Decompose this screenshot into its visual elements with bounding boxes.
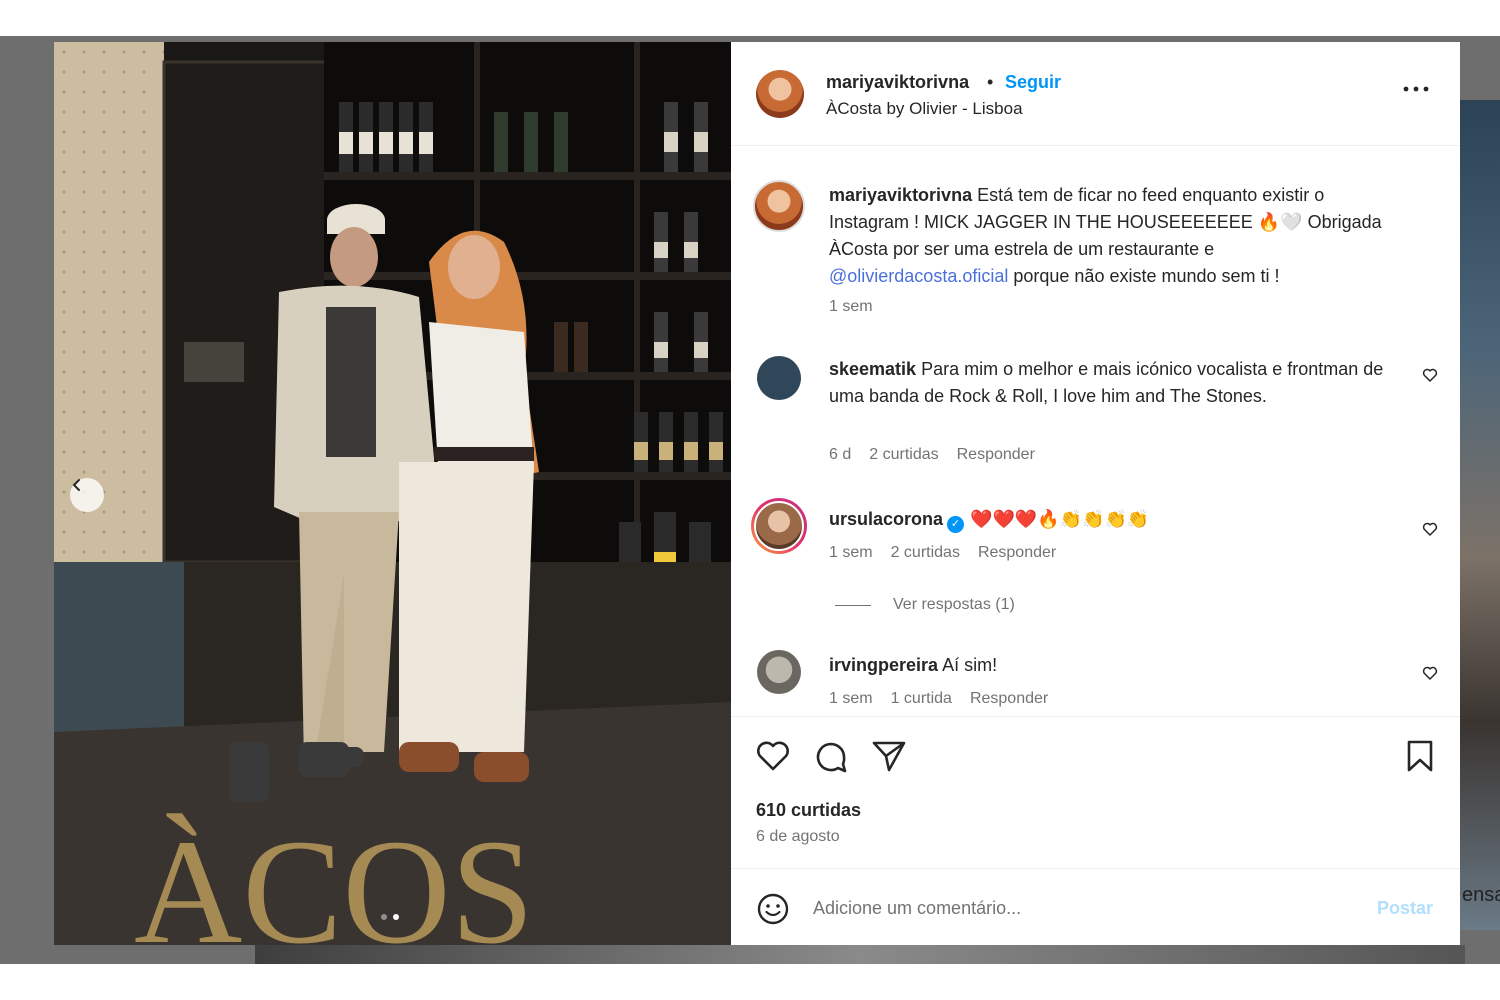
comment-item: skeematik Para mim o melhor e mais icóni… (731, 354, 1460, 474)
comment-like-icon[interactable] (1421, 664, 1439, 682)
browser-bottom-strip (0, 964, 1500, 1000)
post-photo: ÀCOS (54, 42, 731, 945)
caption-avatar[interactable] (753, 180, 805, 232)
carousel-prev-button[interactable] (70, 478, 104, 512)
commenter-username[interactable]: irvingpereira (829, 655, 938, 675)
emoji-icon[interactable] (756, 892, 790, 926)
post-header: mariyaviktorivna • Seguir ÀCosta by Oliv… (731, 42, 1460, 146)
comment-time[interactable]: 6 d (829, 446, 851, 464)
more-horizontal-icon[interactable] (1401, 82, 1431, 96)
verified-badge-icon: ✓ (947, 516, 965, 533)
chevron-left-icon (72, 479, 80, 491)
post-modal: ÀCOS mariyaviktorivna • Seguir ÀCosta by… (54, 42, 1460, 945)
carousel-indicator (381, 914, 399, 920)
comment-meta: 1 sem 2 curtidas Responder (829, 544, 1056, 562)
reply-button[interactable]: Responder (970, 690, 1048, 708)
commenter-avatar[interactable] (757, 356, 801, 400)
comment-time[interactable]: 1 sem (829, 690, 873, 708)
comment-likes[interactable]: 1 curtida (891, 690, 952, 708)
comment-body: ❤️❤️❤️🔥👏👏👏👏 (970, 509, 1150, 529)
view-replies-label: Ver respostas (1) (893, 596, 1015, 613)
view-replies-button[interactable]: Ver respostas (1) (835, 596, 1015, 614)
post-actions: 610 curtidas 6 de agosto (731, 716, 1460, 868)
bookmark-icon[interactable] (1405, 739, 1435, 773)
background-strip (255, 945, 1465, 964)
caption-meta: 1 sem (829, 298, 873, 316)
reply-button[interactable]: Responder (978, 544, 1056, 562)
comment-likes[interactable]: 2 curtidas (891, 544, 960, 562)
comment-likes[interactable]: 2 curtidas (869, 446, 938, 464)
comment-meta: 1 sem 1 curtida Responder (829, 690, 1048, 708)
likes-count[interactable]: 610 curtidas (756, 800, 861, 821)
caption-body-end: porque não existe mundo sem ti ! (1013, 266, 1280, 286)
comments-list[interactable]: mariyaviktorivna Está tem de ficar no fe… (731, 146, 1460, 716)
commenter-username[interactable]: ursulacorona (829, 509, 943, 529)
caption-time[interactable]: 1 sem (829, 298, 873, 316)
author-username[interactable]: mariyaviktorivna (826, 72, 969, 93)
browser-top-strip (0, 0, 1500, 36)
comment-like-icon[interactable] (1421, 366, 1439, 384)
caption-mention-link[interactable]: @olivierdacosta.oficial (829, 266, 1008, 286)
carousel-dot (381, 914, 387, 920)
replies-line (835, 604, 871, 606)
separator-dot: • (987, 72, 994, 92)
background-post-thumbnail (1460, 100, 1500, 930)
commenter-username[interactable]: skeematik (829, 359, 916, 379)
photo-illustration: ÀCOS (54, 42, 731, 945)
caption: mariyaviktorivna Está tem de ficar no fe… (731, 180, 1460, 330)
post-location[interactable]: ÀCosta by Olivier - Lisboa (826, 99, 1023, 119)
commenter-avatar-story[interactable] (751, 498, 807, 554)
post-comment-button[interactable]: Postar (1377, 898, 1433, 919)
comment-item: irvingpereira Aí sim! 1 sem 1 curtida Re… (731, 646, 1460, 716)
carousel-dot-active (393, 914, 399, 920)
comment-input[interactable] (813, 893, 1353, 923)
comment-composer: Postar (731, 868, 1460, 945)
comment-time[interactable]: 1 sem (829, 544, 873, 562)
comment-text: ursulacorona ✓ ❤️❤️❤️🔥👏👏👏👏 (829, 506, 1389, 533)
comment-item: ursulacorona ✓ ❤️❤️❤️🔥👏👏👏👏 1 sem 2 curtida… (731, 498, 1460, 628)
comment-meta: 6 d 2 curtidas Responder (829, 446, 1035, 464)
comment-like-icon[interactable] (1421, 520, 1439, 538)
caption-username[interactable]: mariyaviktorivna (829, 185, 972, 205)
comment-text: irvingpereira Aí sim! (829, 652, 1389, 679)
commenter-avatar-image (754, 501, 804, 551)
comment-text: skeematik Para mim o melhor e mais icóni… (829, 356, 1389, 410)
follow-button[interactable]: Seguir (1005, 72, 1061, 93)
post-date[interactable]: 6 de agosto (756, 828, 840, 846)
background-partial-text: ensa (1462, 884, 1500, 906)
comment-body: Aí sim! (942, 655, 998, 675)
post-side-panel: mariyaviktorivna • Seguir ÀCosta by Oliv… (731, 42, 1460, 945)
send-icon[interactable] (871, 739, 907, 773)
author-avatar[interactable] (756, 70, 804, 118)
reply-button[interactable]: Responder (957, 446, 1035, 464)
carpet-logo-text: ÀCOS (134, 809, 534, 945)
commenter-avatar[interactable] (757, 650, 801, 694)
caption-text: mariyaviktorivna Está tem de ficar no fe… (829, 182, 1389, 290)
heart-icon[interactable] (755, 739, 791, 773)
comment-icon[interactable] (813, 739, 849, 775)
